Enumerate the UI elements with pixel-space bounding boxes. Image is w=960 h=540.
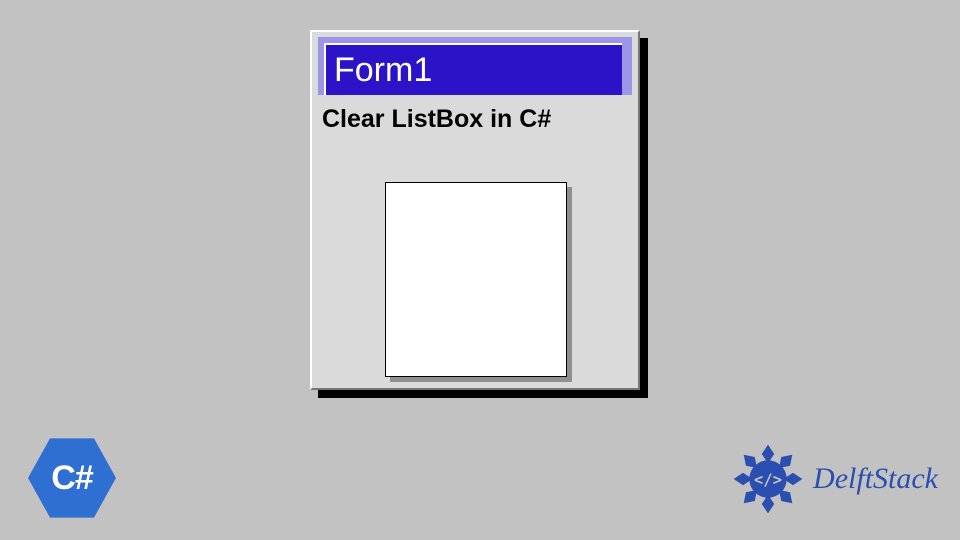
titlebar[interactable]: Form1 [324, 43, 622, 95]
window-title: Form1 [334, 51, 432, 90]
form-window: Form1 Clear ListBox in C# [310, 30, 640, 390]
delftstack-brand-text: DelftStack [813, 462, 938, 496]
csharp-badge: C# [28, 434, 116, 522]
form-heading-label: Clear ListBox in C# [322, 105, 628, 134]
csharp-badge-text: C# [51, 459, 92, 498]
csharp-hexagon-icon: C# [28, 434, 116, 522]
listbox[interactable] [385, 182, 567, 377]
delftstack-logo: </> DelftStack [729, 440, 938, 518]
delftstack-emblem-icon: </> [729, 440, 807, 518]
titlebar-container: Form1 [318, 37, 632, 95]
svg-text:</>: </> [754, 471, 782, 489]
